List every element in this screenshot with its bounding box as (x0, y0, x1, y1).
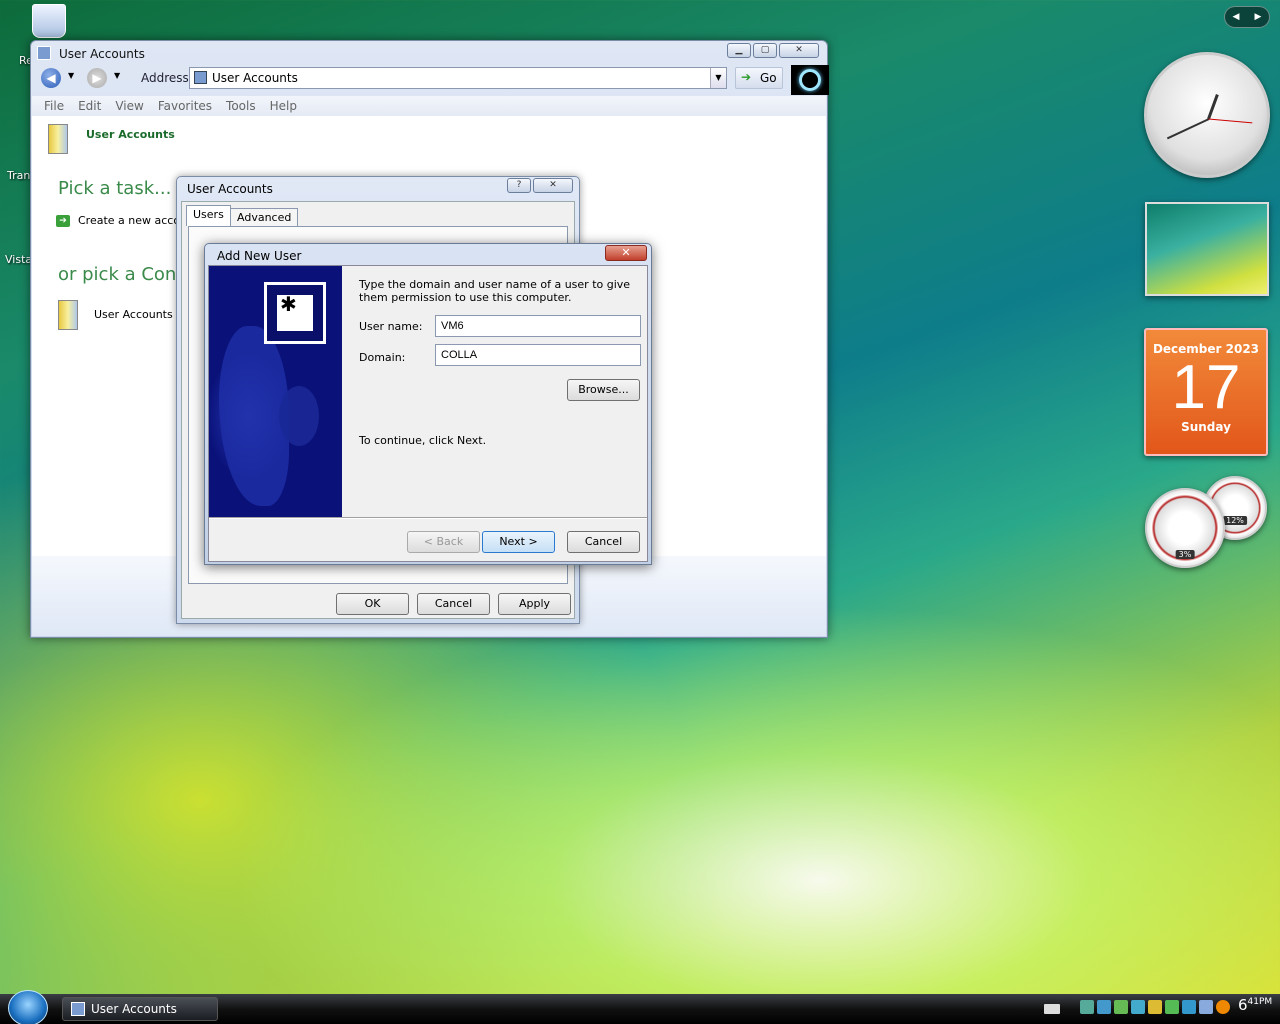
tray-app-icon[interactable] (1097, 1000, 1111, 1014)
menu-help[interactable]: Help (270, 99, 297, 113)
calendar-gadget[interactable]: December 2023 17 Sunday (1144, 328, 1268, 456)
clock-hour: 6 (1238, 996, 1248, 1014)
system-tray (1080, 1000, 1230, 1014)
menu-edit[interactable]: Edit (78, 99, 101, 113)
pick-task-heading: Pick a task... (58, 178, 172, 199)
go-arrow-icon: ➔ (741, 70, 752, 84)
back-button[interactable]: < Back (407, 531, 480, 553)
key-icon: ✱ (264, 282, 326, 344)
back-arrow-icon[interactable]: ◀ (41, 68, 61, 88)
continue-text: To continue, click Next. (359, 434, 487, 447)
instruction-text: Type the domain and user name of a user … (359, 278, 631, 304)
desktop-icon-label[interactable]: Vista (5, 253, 32, 266)
calendar-weekday: Sunday (1181, 420, 1231, 434)
start-button[interactable] (8, 990, 48, 1024)
cpu-readout: 3% (1175, 550, 1195, 559)
clock-gadget[interactable] (1144, 52, 1270, 178)
tray-app-icon[interactable] (1114, 1000, 1128, 1014)
pick-control-heading: or pick a Cont (58, 264, 184, 285)
clock-second-hand (1208, 118, 1253, 124)
address-bar[interactable]: User Accounts ▼ (189, 67, 727, 89)
tray-app-icon[interactable] (1182, 1000, 1196, 1014)
taskbar: User Accounts 641PM (0, 990, 1280, 1024)
forward-history-dropdown-icon[interactable]: ▼ (114, 71, 120, 80)
close-button[interactable]: ✕ (779, 43, 819, 58)
address-toolbar: ◀ ▼ ▶ ▼ Address User Accounts ▼ ➔ Go (35, 65, 829, 95)
close-button[interactable]: ✕ (605, 245, 647, 261)
apply-button[interactable]: Apply (498, 593, 571, 615)
tray-app-icon[interactable] (1165, 1000, 1179, 1014)
dialog-body: ✱ Type the domain and user name of a use… (208, 265, 648, 562)
window-app-icon (37, 46, 51, 60)
recycle-bin-icon[interactable] (32, 4, 66, 38)
control-panel-item[interactable]: User Accounts (94, 308, 173, 321)
domain-label: Domain: (359, 351, 406, 364)
green-arrow-icon: ➔ (56, 215, 70, 227)
menu-view[interactable]: View (115, 99, 143, 113)
user-accounts-icon (58, 300, 78, 330)
memory-readout: 12% (1223, 516, 1247, 525)
clock-display[interactable]: 641PM (1238, 996, 1272, 1014)
menu-favorites[interactable]: Favorites (158, 99, 212, 113)
tab-advanced[interactable]: Advanced (230, 208, 299, 226)
taskbar-item-label: User Accounts (91, 1002, 177, 1016)
address-value: User Accounts (212, 71, 298, 85)
menu-bar: File Edit View Favorites Tools Help (32, 96, 826, 116)
domain-input[interactable] (435, 344, 641, 366)
clock-hour-hand (1207, 94, 1219, 120)
ok-button[interactable]: OK (336, 593, 409, 615)
folder-icon (71, 1002, 85, 1016)
help-button[interactable]: ? (507, 178, 531, 193)
add-new-user-dialog: Add New User ✕ ✱ Type the domain and use… (204, 243, 652, 565)
separator (209, 517, 647, 518)
clock-ampm: PM (1259, 997, 1273, 1007)
slideshow-gadget[interactable] (1145, 202, 1269, 296)
shield-icon[interactable] (1148, 1000, 1162, 1014)
maximize-button[interactable]: ▢ (753, 43, 777, 58)
windows-throbber-icon (791, 65, 829, 95)
tray-app-icon[interactable] (1131, 1000, 1145, 1014)
menu-file[interactable]: File (44, 99, 64, 113)
address-dropdown-icon[interactable]: ▼ (710, 68, 726, 88)
keyboard-icon[interactable] (1044, 1004, 1060, 1014)
taskbar-item[interactable]: User Accounts (62, 997, 218, 1021)
tray-app-icon[interactable] (1199, 1000, 1213, 1014)
menu-tools[interactable]: Tools (226, 99, 256, 113)
dialog-title: User Accounts (187, 182, 273, 196)
browse-button[interactable]: Browse... (567, 379, 640, 401)
go-label: Go (760, 71, 777, 85)
clock-minute-hand (1166, 118, 1210, 140)
clock-minutes: 41 (1247, 997, 1259, 1007)
calendar-day: 17 (1171, 353, 1241, 422)
cancel-button[interactable]: Cancel (567, 531, 640, 553)
tab-users[interactable]: Users (186, 205, 231, 226)
user-accounts-icon (48, 124, 68, 154)
search-icon[interactable] (1216, 1000, 1230, 1014)
window-title: User Accounts (59, 47, 145, 61)
wizard-banner: ✱ (209, 266, 342, 517)
prev-icon[interactable]: ◀ (1233, 12, 1240, 22)
next-icon[interactable]: ▶ (1255, 12, 1262, 22)
username-input[interactable] (435, 315, 641, 337)
desktop-icon-label[interactable]: Tran (7, 169, 30, 182)
folder-icon (194, 71, 207, 84)
tray-network-icon[interactable] (1080, 1000, 1094, 1014)
go-button[interactable]: ➔ Go (735, 67, 783, 89)
address-label: Address (141, 71, 189, 85)
dialog-title: Add New User (217, 249, 302, 263)
cpu-meter-gadget[interactable]: 3% (1145, 488, 1225, 568)
username-label: User name: (359, 320, 423, 333)
forward-arrow-icon[interactable]: ▶ (87, 68, 107, 88)
next-button[interactable]: Next > (482, 531, 555, 553)
breadcrumb[interactable]: User Accounts (86, 128, 175, 141)
back-history-dropdown-icon[interactable]: ▼ (68, 71, 74, 80)
cancel-button[interactable]: Cancel (417, 593, 490, 615)
gadget-navigation[interactable]: ◀ ▶ (1224, 6, 1270, 28)
create-account-link[interactable]: Create a new accou (78, 214, 187, 227)
close-button[interactable]: ✕ (533, 178, 573, 193)
minimize-button[interactable]: ▁ (727, 43, 751, 58)
